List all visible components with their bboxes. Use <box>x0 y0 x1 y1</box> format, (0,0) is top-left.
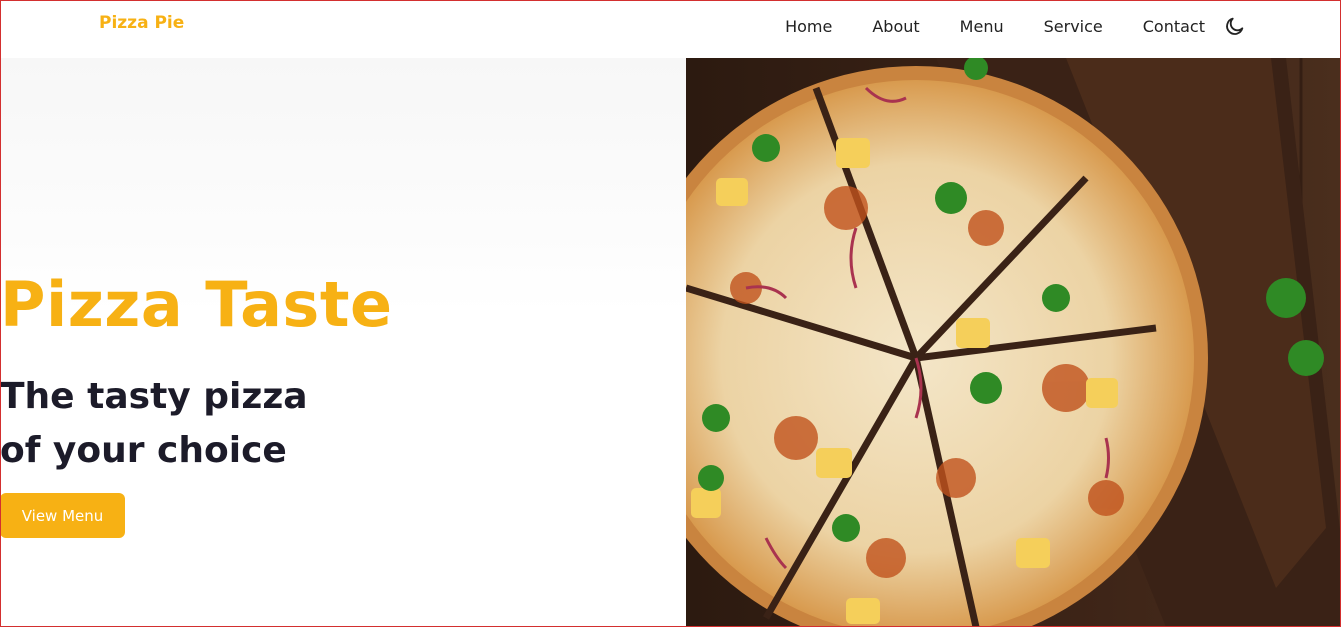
hero-subtitle: The tasty pizza of your choice <box>0 376 308 471</box>
nav-link-contact[interactable]: Contact <box>1143 17 1205 36</box>
view-menu-button[interactable]: View Menu <box>0 493 125 538</box>
pizza-image <box>686 58 1341 627</box>
nav-link-about[interactable]: About <box>872 17 919 36</box>
brand-logo[interactable]: Pizza Pie <box>99 13 184 33</box>
nav-link-service[interactable]: Service <box>1044 17 1103 36</box>
theme-toggle-button[interactable] <box>1223 14 1247 38</box>
nav-menu: Home About Menu Service Contact <box>785 0 1341 52</box>
navbar: Pizza Pie Home About Menu Service Contac… <box>0 0 1341 58</box>
moon-icon <box>1226 17 1244 35</box>
hero-title: Pizza Taste <box>0 268 393 341</box>
nav-link-menu[interactable]: Menu <box>960 17 1004 36</box>
hero-section: Pizza Taste The tasty pizza of your choi… <box>0 58 686 627</box>
nav-link-home[interactable]: Home <box>785 17 832 36</box>
